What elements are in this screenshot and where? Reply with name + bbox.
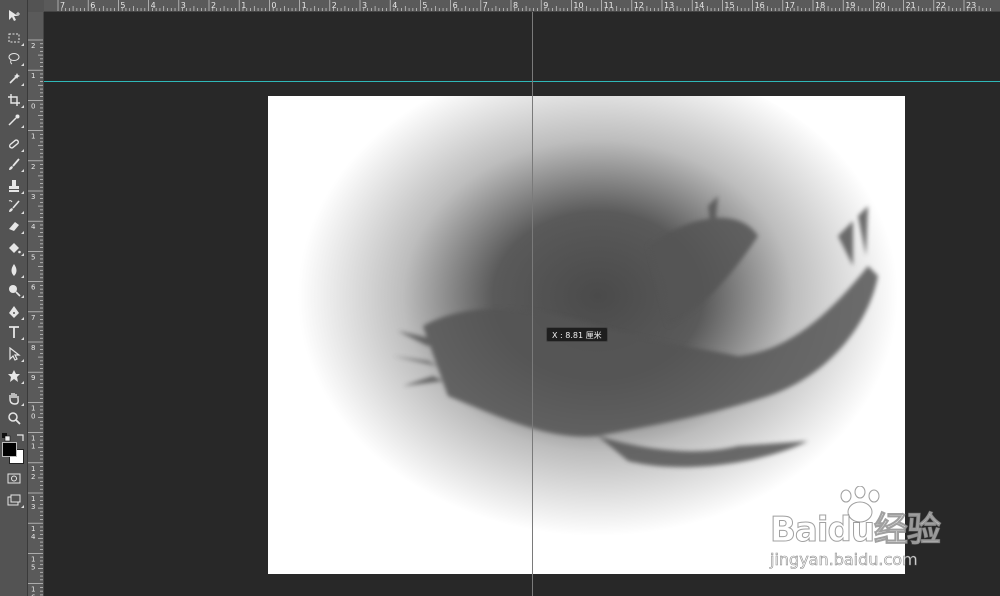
tools-panel [0,0,28,596]
ruler-label: 18 [815,1,825,10]
ruler-label: 1 [31,133,35,141]
ruler-label: 1 [241,1,246,10]
ruler-label: 23 [966,1,976,10]
zoom-tool-icon[interactable] [3,408,25,428]
ruler-label: 7 [483,1,488,10]
ruler-label: 2 [332,1,337,10]
ruler-label: 4 [392,1,397,10]
ruler-label: 1 [31,435,35,443]
eraser-tool-icon[interactable] [3,216,25,236]
ruler-label: 2 [31,163,35,171]
ruler-label: 3 [31,193,35,201]
ruler-label: 5 [31,253,35,261]
lasso-tool-icon[interactable] [3,48,25,68]
ruler-label: 6 [90,1,95,10]
ruler-label: 6 [31,284,36,292]
ruler-label: 16 [755,1,765,10]
ruler-label: 9 [31,374,35,382]
ruler-label: 4 [31,533,36,541]
ruler-label: 1 [31,525,35,533]
baidu-watermark: Baidu经验 jingyan.baidu.com [769,486,970,580]
ruler-label: 15 [724,1,734,10]
ruler-label: 2 [31,42,35,50]
ruler-label: 0 [31,102,35,110]
ruler-label: 6 [453,1,458,10]
healing-brush-tool-icon[interactable] [3,134,25,154]
screen-mode-icon[interactable] [3,490,25,510]
quick-mask-icon[interactable] [3,468,25,488]
horizontal-ruler[interactable]: 7 6 5 4 3 2 1 0 1 2 3 4 5 6 7 8 9 10 11 12 13 14 15 16 17 18 19 20 2… [28,0,1000,12]
ruler-label: 11 [604,1,614,10]
ruler-label: 14 [694,1,704,10]
ruler-label: 5 [31,563,35,571]
blur-tool-icon[interactable] [3,260,25,280]
crop-tool-icon[interactable] [3,90,25,110]
move-tool-icon[interactable] [3,6,25,26]
ruler-label: 9 [543,1,548,10]
history-brush-tool-icon[interactable] [3,196,25,216]
marquee-tool-icon[interactable] [3,28,25,48]
clone-stamp-tool-icon[interactable] [3,176,25,196]
ruler-label: 7 [31,314,35,322]
ruler-label: 0 [271,1,276,10]
ruler-label: 1 [31,72,35,80]
ruler-label: 1 [31,555,35,563]
paint-bucket-tool-icon[interactable] [3,238,25,258]
brush-tool-icon[interactable] [3,154,25,174]
watermark-url: jingyan.baidu.com [770,550,918,570]
default-colors-icon[interactable] [2,428,12,442]
hand-tool-icon[interactable] [3,388,25,408]
ruler-label: 20 [875,1,885,10]
ruler-label: 19 [845,1,855,10]
ruler-label: 4 [151,1,156,10]
ruler-label: 3 [31,503,35,511]
path-selection-tool-icon[interactable] [3,344,25,364]
ruler-label: 1 [31,495,35,503]
ruler-label: 17 [785,1,795,10]
ruler-label: 5 [422,1,427,10]
ruler-label: 1 [31,586,35,594]
guide-position-tooltip: X : 8.81 厘米 [546,327,608,342]
ruler-label: 10 [573,1,583,10]
ruler-label: 1 [302,1,307,10]
ruler-label: 8 [31,344,35,352]
ruler-label: 5 [120,1,125,10]
type-tool-icon[interactable] [3,322,25,342]
pen-tool-icon[interactable] [3,302,25,322]
ruler-label: 3 [362,1,367,10]
ruler-label: 21 [906,1,916,10]
ruler-label: 2 [211,1,216,10]
horizontal-guide[interactable] [44,81,1000,82]
ruler-label: 1 [31,443,35,451]
ruler-label: 1 [31,404,35,412]
magic-wand-tool-icon[interactable] [3,68,25,88]
vertical-ruler[interactable]: 21012345678910111213141516 [28,12,44,596]
foreground-color-swatch[interactable] [2,442,17,457]
ruler-label: 3 [181,1,186,10]
eyedropper-tool-icon[interactable] [3,110,25,130]
ruler-label: 4 [31,223,36,231]
ruler-label: 12 [634,1,644,10]
ruler-label: 0 [31,412,35,420]
ruler-label: 8 [513,1,518,10]
dodge-tool-icon[interactable] [3,280,25,300]
watermark-brand: Baidu经验 [769,510,941,551]
ruler-label: 1 [31,465,35,473]
ruler-label: 22 [936,1,946,10]
shape-tool-icon[interactable] [3,366,25,386]
ruler-label: 13 [664,1,674,10]
ruler-label: 7 [60,1,65,10]
swap-colors-icon[interactable] [15,428,25,441]
ruler-label: 2 [31,473,35,481]
vertical-guide[interactable] [532,12,533,596]
ruler-origin[interactable] [28,0,44,12]
